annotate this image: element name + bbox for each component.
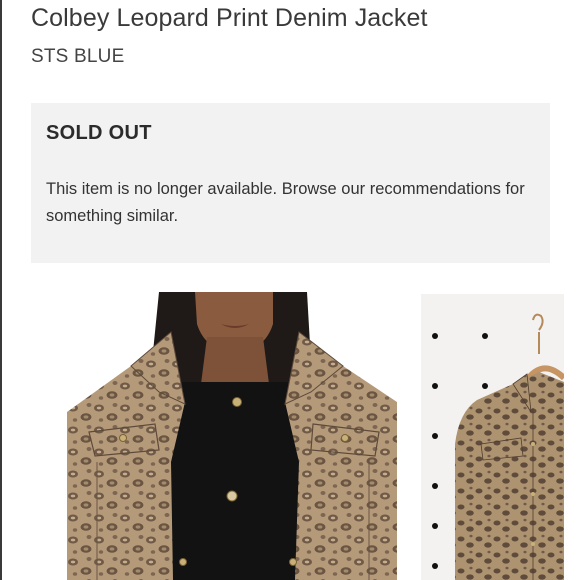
sold-out-notice: SOLD OUT This item is no longer availabl…: [31, 103, 550, 263]
jacket-on-hanger-photo[interactable]: [421, 294, 564, 580]
product-title: Colbey Leopard Print Denim Jacket: [31, 4, 428, 32]
model-wearing-jacket-photo[interactable]: [67, 292, 397, 580]
sold-out-heading: SOLD OUT: [46, 122, 152, 144]
left-border: [0, 0, 2, 580]
sold-out-message: This item is no longer available. Browse…: [46, 180, 525, 225]
brand-link[interactable]: STS BLUE: [31, 46, 124, 68]
